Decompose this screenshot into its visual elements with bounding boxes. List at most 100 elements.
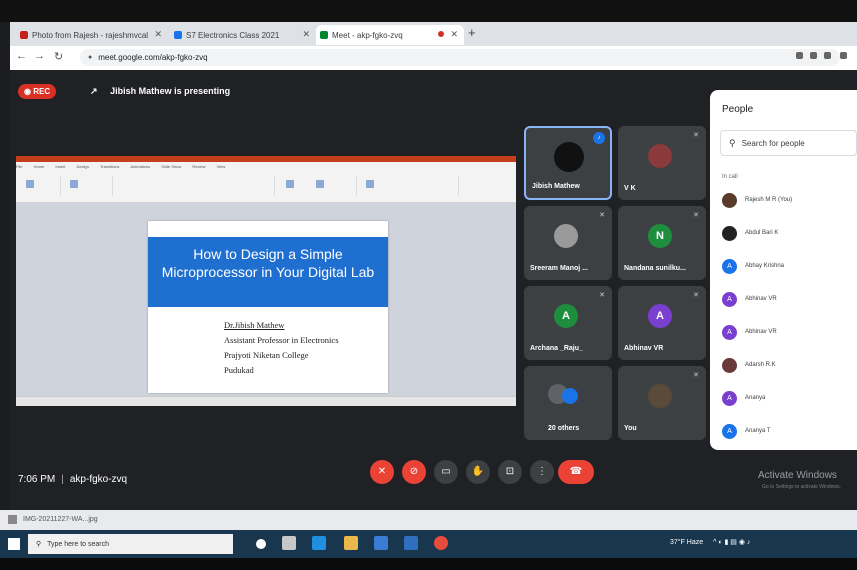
address-bar-row: ← → ↻ ● meet.google.com/akp-fgko-zvq [10,46,857,71]
back-icon[interactable]: ← [16,50,27,62]
activate-windows-subtext: Go to Settings to activate Windows. [762,484,841,490]
ppt-tab: Home [33,164,45,169]
raise-hand-button[interactable]: ✋ [466,460,490,484]
tab-meet[interactable]: Meet - akp-fgko-zvq ✕ [316,25,464,45]
meet-icon [320,31,328,39]
ppt-tab: Design [76,164,89,169]
avatar [562,388,578,404]
avatar [722,192,737,208]
participant-row[interactable]: Adarsh R.K [722,357,776,373]
download-filename: IMG-20211227-WA...jpg [23,516,98,523]
participant-name: Adarsh R.K [745,362,776,368]
mic-off-icon: ✕ [693,212,699,219]
windows-taskbar: ⚲ Type here to search 37°F Haze ^ ◐ ▮ ▤ … [0,530,857,558]
browser-tab-bar: Photo from Rajesh - rajeshmvcal ✕ S7 Ele… [10,22,857,46]
clock-text: 7:06 PM [18,474,56,485]
photo-frame-bottom [0,558,857,570]
search-icon: ⚲ [729,137,736,148]
meeting-code: akp-fgko-zvq [69,474,128,485]
participant-name: Abdul Bari K [745,230,779,236]
avatar [648,384,672,408]
tab-photo[interactable]: Photo from Rajesh - rajeshmvcal ✕ [16,25,168,45]
leave-call-button[interactable]: ☎ [558,460,594,484]
close-icon[interactable]: ✕ [450,29,458,40]
avatar [554,142,584,172]
lock-icon: ● [88,54,93,61]
participant-tile[interactable]: N ✕ Nandana sunilku... [618,206,706,280]
extension-icon[interactable] [824,52,831,59]
store-icon[interactable] [374,536,388,550]
file-explorer-icon[interactable] [344,536,358,550]
avatar: N [648,224,672,248]
taskbar-search-input[interactable]: ⚲ Type here to search [28,534,233,554]
avatar: A [722,423,737,439]
avatar: A [722,390,737,406]
extension-icon[interactable] [840,52,847,59]
participant-tile[interactable]: ♪ Jibish Mathew [524,126,612,200]
participant-tile[interactable]: ✕ Sreeram Manoj ... [524,206,612,280]
find-icon [366,180,374,188]
participant-row[interactable]: A Abhinav VR [722,324,777,340]
avatar: A [648,304,672,328]
windows-start-icon[interactable] [8,538,20,550]
tray-icons: ^ ◐ ▮ ▤ ◉ ♪ [713,539,751,546]
slide-body: Dr.Jibish Mathew Assistant Professor in … [224,318,339,378]
participant-grid: ♪ Jibish Mathew ✕ V K ✕ Sreeram Manoj ..… [524,126,709,442]
chrome-icon[interactable] [434,536,448,550]
shapes-icon [286,180,294,188]
slide-area: How to Design a Simple Microprocessor in… [16,202,516,396]
participant-row[interactable]: Abdul Bari K [722,225,778,241]
close-icon[interactable]: ✕ [302,29,310,40]
mic-off-button[interactable]: ✕ [370,460,394,484]
participant-tile[interactable]: A ✕ Abhinav VR [618,286,706,360]
slide-author: Dr.Jibish Mathew [224,320,285,330]
edge-icon[interactable] [312,536,326,550]
people-search-input[interactable]: ⚲ Search for people [720,130,857,156]
participant-tile[interactable]: A ✕ Archana _Raju_ [524,286,612,360]
mail-icon[interactable] [404,536,418,550]
ribbon-group [114,176,275,196]
camera-off-button[interactable]: ⊘ [402,460,426,484]
participant-tile[interactable]: ✕ V K [618,126,706,200]
present-button[interactable]: ⊡ [498,460,522,484]
task-view-icon[interactable] [282,536,296,550]
participant-name: Abhinav VR [745,296,777,302]
extension-icon[interactable] [796,52,803,59]
participant-name: You [624,425,637,432]
reload-icon[interactable]: ↻ [54,50,63,63]
tab-label: S7 Electronics Class 2021 [186,30,280,40]
people-panel: People ⚲ Search for people In call Rajes… [710,90,857,450]
participant-row[interactable]: A Abhinav VR [722,291,777,307]
participant-name: V K [624,185,636,192]
recording-dot-icon [438,31,444,37]
photo-frame-top [0,0,857,22]
participant-tile[interactable]: ✕ You [618,366,706,440]
ppt-tab: Animations [130,164,151,169]
participant-row[interactable]: A Ananya [722,390,765,406]
ppt-tabs: File Home Insert Design Transitions Anim… [16,164,516,172]
participant-name: Ananya T [745,428,771,434]
participant-name: Abhinav VR [745,329,777,335]
mic-off-icon: ✕ [599,292,605,299]
more-options-button[interactable]: ⋮ [530,460,554,484]
new-tab-button[interactable]: + [468,25,476,40]
avatar [722,357,737,373]
presenting-text: Jibish Mathew is presenting [110,86,231,96]
forward-icon[interactable]: → [34,50,45,62]
participant-row[interactable]: Rajesh M R (You) [722,192,792,208]
extension-icon[interactable] [810,52,817,59]
participant-tile[interactable]: 20 others [524,366,612,440]
tab-class[interactable]: S7 Electronics Class 2021 ✕ [170,25,316,45]
captions-button[interactable]: ▭ [434,460,458,484]
participant-row[interactable]: A Ananya T [722,423,771,439]
download-item[interactable]: IMG-20211227-WA...jpg [8,515,98,524]
participant-row[interactable]: A Abhay Krishna [722,258,784,274]
participant-name: Jibish Mathew [532,183,580,190]
close-icon[interactable]: ✕ [154,29,162,40]
cortana-icon[interactable] [256,539,266,549]
url-input[interactable]: ● meet.google.com/akp-fgko-zvq [80,49,840,66]
download-bar: IMG-20211227-WA...jpg [0,510,857,530]
ppt-tab: View [216,164,226,169]
search-icon: ⚲ [36,541,42,548]
ppt-ribbon: File Home Insert Design Transitions Anim… [16,162,516,203]
